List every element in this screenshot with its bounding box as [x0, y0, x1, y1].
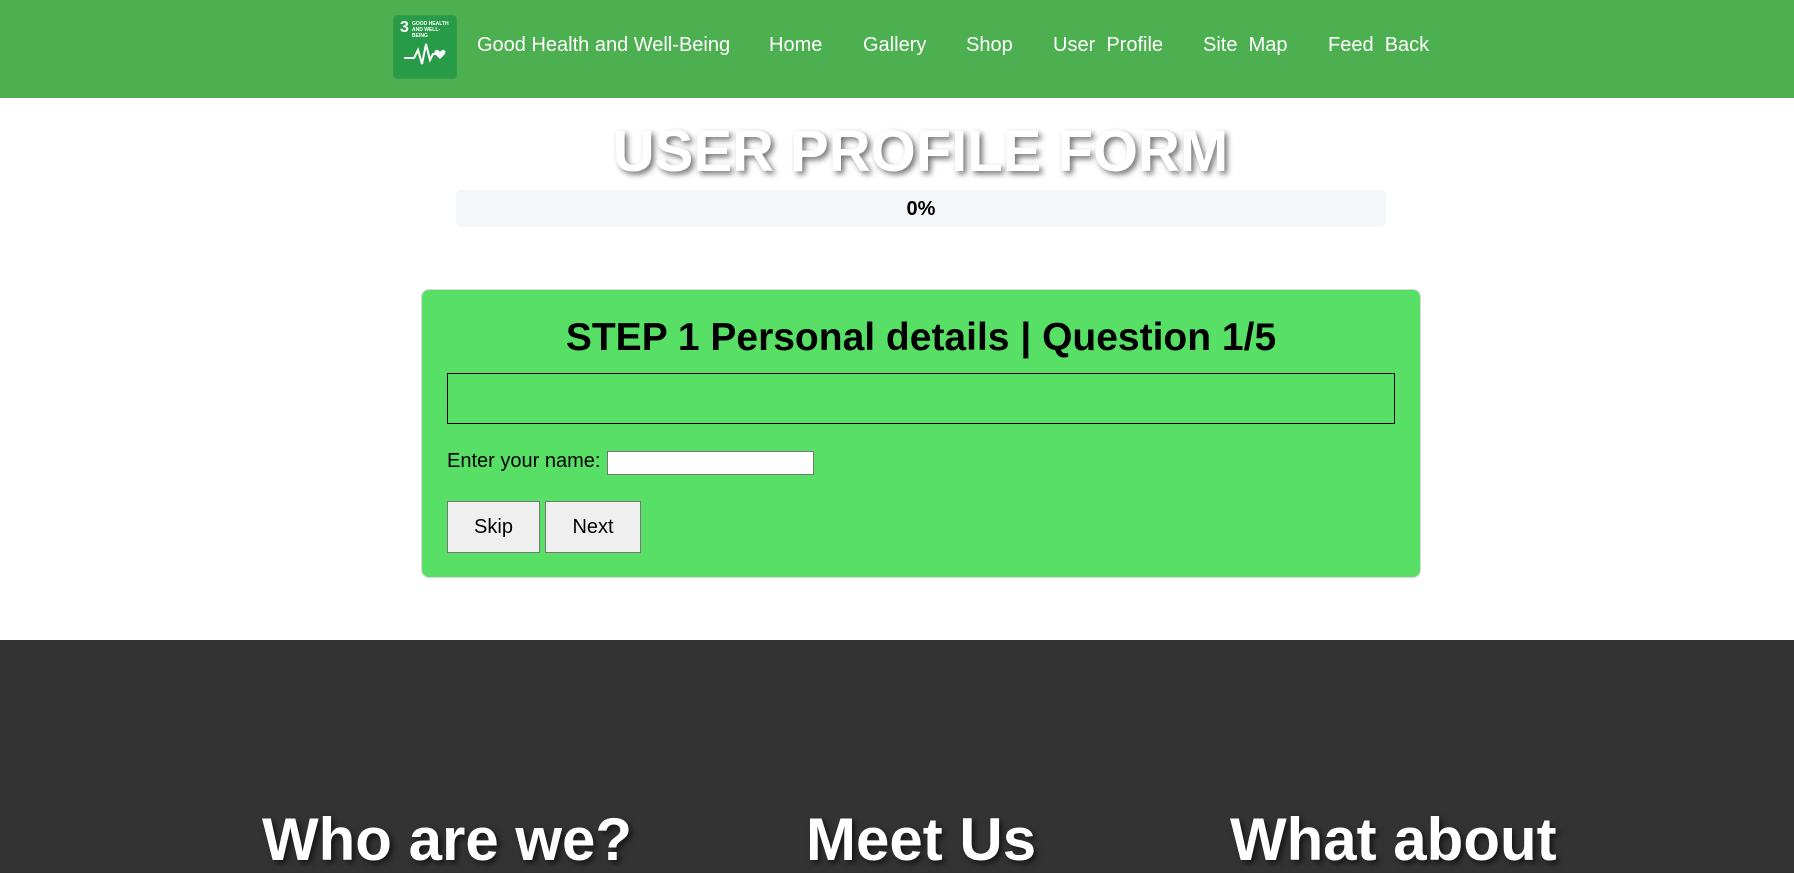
- progress-label: 0%: [906, 198, 936, 220]
- sdg3-logo[interactable]: 3 GOOD HEALTH AND WELL-BEING: [393, 15, 457, 79]
- footer-heading-what-about: What about: [1230, 806, 1557, 873]
- nav-link-user-profile[interactable]: User Profile: [1053, 34, 1163, 57]
- nav-link-home[interactable]: Home: [769, 34, 822, 57]
- skip-button[interactable]: Skip: [447, 501, 540, 553]
- footer-heading-who-are-we: Who are we?: [262, 806, 633, 873]
- nav-link-feedback[interactable]: Feed Back: [1328, 34, 1429, 57]
- logo-text: GOOD HEALTH AND WELL-BEING: [412, 21, 449, 39]
- nav-link-shop[interactable]: Shop: [966, 34, 1013, 57]
- footer-heading-meet-us: Meet Us: [806, 806, 1037, 873]
- next-button[interactable]: Next: [545, 501, 641, 553]
- nav-link-gallery[interactable]: Gallery: [863, 34, 926, 57]
- profile-form-card: STEP 1 Personal details | Question 1/5 E…: [421, 289, 1421, 578]
- name-input[interactable]: [607, 451, 814, 475]
- brand-link[interactable]: Good Health and Well-Being: [477, 34, 730, 57]
- top-navbar: 3 GOOD HEALTH AND WELL-BEING Good Health…: [0, 0, 1794, 98]
- logo-number: 3: [400, 19, 409, 36]
- name-label: Enter your name:: [447, 450, 601, 472]
- message-box: [447, 373, 1395, 424]
- nav-link-site-map[interactable]: Site Map: [1203, 34, 1287, 57]
- form-step-heading: STEP 1 Personal details | Question 1/5: [565, 316, 1277, 359]
- heartbeat-icon: [404, 43, 446, 65]
- footer: Who are we? Meet Us What about: [0, 640, 1794, 873]
- page-title: USER PROFILE FORM: [612, 119, 1229, 184]
- progress-bar: 0%: [456, 190, 1386, 227]
